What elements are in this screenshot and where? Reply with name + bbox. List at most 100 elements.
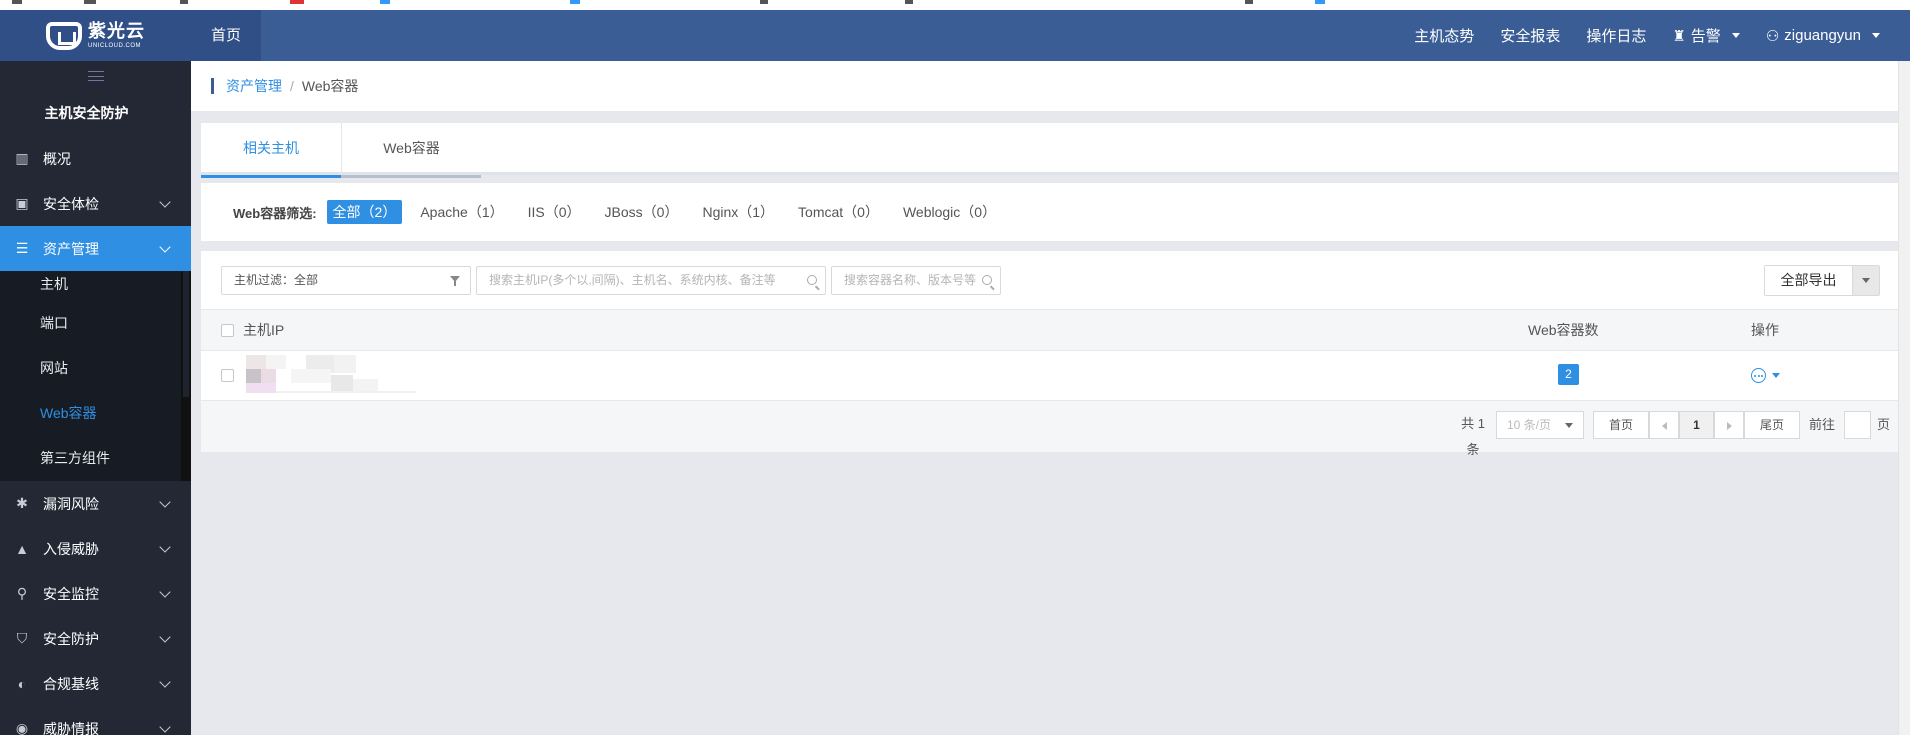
column-host-ip[interactable]: 主机IP [243,310,284,350]
last-page-button[interactable]: 尾页 [1744,411,1800,439]
breadcrumb: 资产管理 / Web容器 [191,61,1898,111]
table-row: 2 [201,351,1898,401]
table-toolbar: 主机过滤：全部 搜索主机IP(多个以,间隔)、主机名、系统内核、备注等 搜索容器… [201,251,1898,309]
sidebar-item-label: 漏洞风险 [43,495,99,512]
host-filter-select[interactable]: 主机过滤：全部 [221,266,471,295]
chevron-down-icon [1862,278,1870,283]
bar-chart-icon: ▥ [15,150,29,166]
alarm-icon: ♜ [1672,27,1686,45]
tab-divider [341,175,481,178]
tab-web-container[interactable]: Web容器 [341,123,481,175]
total-count: 共 1 条 [1461,416,1485,457]
chevron-down-icon [159,241,171,253]
username: ziguangyun [1784,27,1861,44]
select-all-checkbox[interactable] [221,324,234,337]
first-page-button[interactable]: 首页 [1593,411,1649,439]
search-host-input[interactable]: 搜索主机IP(多个以,间隔)、主机名、系统内核、备注等 [476,266,826,295]
submenu-item-host[interactable]: 主机 [0,271,191,301]
column-container-count[interactable]: Web容器数 [1528,310,1599,350]
user-menu[interactable]: ⚇ ziguangyun [1766,27,1880,45]
chevron-down-icon [1565,423,1573,428]
sidebar-item-label: 安全体检 [43,195,99,212]
brand-logo[interactable]: 紫光云 UNICLOUD.COM [0,10,191,61]
search-container-input[interactable]: 搜索容器名称、版本号等 [831,266,1001,295]
main-scrollbar[interactable] [1898,61,1910,735]
tab-bar: 相关主机 Web容器 [201,123,1898,178]
sidebar-item-label: 安全监控 [43,585,99,602]
search-icon[interactable] [982,275,992,285]
chevron-down-icon [159,586,171,598]
compliance-icon: ◐ [17,675,27,692]
filter-label: Web容器筛选: [233,205,317,221]
breadcrumb-marker [211,78,214,94]
chevron-down-icon [159,676,171,688]
row-checkbox[interactable] [221,369,234,382]
header-nav: 主机态势 安全报表 操作日志 ♜ 告警 ⚇ ziguangyun [1414,10,1880,61]
chevron-down-icon [159,496,171,508]
page-size-select[interactable]: 10 条/页 [1496,411,1584,439]
breadcrumb-current: Web容器 [301,78,359,94]
main-content: 资产管理 / Web容器 相关主机 Web容器 Web容器筛选: 全部（2） A… [191,61,1910,735]
sidebar-collapse-button[interactable] [0,61,191,91]
chevron-down-icon [159,721,171,733]
host-table-panel: 主机过滤：全部 搜索主机IP(多个以,间隔)、主机名、系统内核、备注等 搜索容器… [201,251,1898,457]
shield-icon: ⛉ [16,630,28,646]
search-icon[interactable] [807,275,817,285]
goto-page-input[interactable] [1844,411,1871,439]
menu-icon [87,71,104,81]
export-all-button[interactable]: 全部导出 [1765,266,1852,295]
nav-host-situation[interactable]: 主机态势 [1414,25,1474,46]
chevron-right-icon [1726,421,1732,430]
sidebar-item-label: 威胁情报 [43,720,99,735]
alarm-menu[interactable]: ♜ 告警 [1672,25,1740,46]
table-header: 主机IP Web容器数 操作 [201,309,1898,351]
sidebar-item-asset-management[interactable]: ☰ 资产管理 [0,226,191,271]
submenu-scrollbar[interactable] [181,271,191,481]
chevron-down-icon[interactable] [1772,373,1780,378]
prev-page-button[interactable] [1649,411,1679,439]
goto-label: 前往 [1809,417,1836,432]
sidebar-item-intrusion[interactable]: ▲ 入侵威胁 [0,526,191,571]
chevron-down-icon [1731,33,1740,38]
chevron-down-icon [159,196,171,208]
page-number-current[interactable]: 1 [1679,411,1714,439]
filter-chip-iis[interactable]: IIS（0） [522,200,587,224]
container-count-badge[interactable]: 2 [1558,364,1579,385]
sidebar: 主机安全防护 ▥ 概况 ▣ 安全体检 ☰ 资产管理 主机 端口 网站 Web容器… [0,61,191,735]
filter-chip-tomcat[interactable]: Tomcat（0） [792,200,885,224]
sidebar-item-label: 入侵威胁 [43,540,99,557]
sidebar-item-threat-intel[interactable]: ◉ 威胁情报 [0,706,191,735]
more-actions-icon[interactable] [1751,368,1766,383]
warning-icon: ▲ [15,540,29,557]
export-dropdown-button[interactable] [1852,266,1879,295]
asset-submenu: 主机 端口 网站 Web容器 第三方组件 [0,271,191,481]
nav-home[interactable]: 首页 [191,10,262,61]
sidebar-item-label: 安全防护 [43,630,99,647]
sidebar-item-compliance[interactable]: ◐ 合规基线 [0,661,191,706]
page-size-value: 10 条/页 [1507,418,1552,432]
chevron-down-icon [159,631,171,643]
sidebar-item-vulnerability[interactable]: ✱ 漏洞风险 [0,481,191,526]
tab-related-hosts[interactable]: 相关主机 [201,123,341,178]
nav-security-report[interactable]: 安全报表 [1500,25,1560,46]
sidebar-item-monitoring[interactable]: ⚲ 安全监控 [0,571,191,616]
user-icon: ⚇ [1765,27,1780,45]
sidebar-item-security-check[interactable]: ▣ 安全体检 [0,181,191,226]
filter-chip-jboss[interactable]: JBoss（0） [599,200,685,224]
filter-chip-apache[interactable]: Apache（1） [414,200,509,224]
intel-icon: ◉ [15,720,29,735]
submenu-item-website[interactable]: 网站 [0,346,191,391]
breadcrumb-asset-management[interactable]: 资产管理 [226,76,282,96]
submenu-item-web-container[interactable]: Web容器 [0,391,191,436]
filter-chip-all[interactable]: 全部（2） [326,200,403,224]
filter-chip-weblogic[interactable]: Weblogic（0） [897,200,1002,224]
sidebar-item-overview[interactable]: ▥ 概况 [0,136,191,181]
sidebar-item-label: 合规基线 [43,675,99,692]
submenu-item-port[interactable]: 端口 [0,301,191,346]
next-page-button[interactable] [1714,411,1744,439]
sidebar-item-protection[interactable]: ⛉ 安全防护 [0,616,191,661]
filter-chip-nginx[interactable]: Nginx（1） [696,200,780,224]
logo-domain: UNICLOUD.COM [88,43,142,49]
nav-operation-log[interactable]: 操作日志 [1586,25,1646,46]
submenu-item-third-party[interactable]: 第三方组件 [0,436,191,481]
